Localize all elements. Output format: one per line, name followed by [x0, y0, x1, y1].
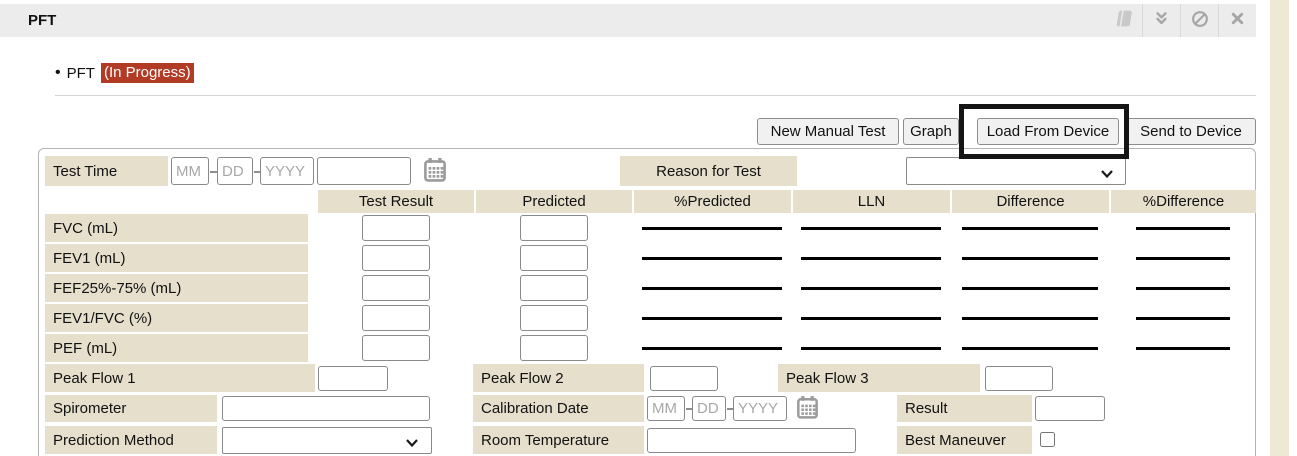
- calibration-date-label: Calibration Date: [473, 395, 644, 422]
- fvc-test-result-input[interactable]: [362, 215, 430, 241]
- test-time-calendar-icon[interactable]: [424, 158, 446, 186]
- peak-flow-3-label: Peak Flow 3: [778, 364, 980, 392]
- test-time-time-input[interactable]: [317, 157, 411, 185]
- fef-predicted-input[interactable]: [520, 275, 588, 301]
- peak-flow-1-label: Peak Flow 1: [45, 364, 315, 392]
- column-header-difference: Difference: [952, 190, 1109, 213]
- pef-pct-difference-blank: [1136, 347, 1230, 350]
- room-temperature-input[interactable]: [647, 428, 856, 453]
- column-header-predicted: Predicted: [476, 190, 632, 213]
- peak-flow-2-label: Peak Flow 2: [473, 364, 644, 392]
- row-label-fvc: FVC (mL): [45, 214, 308, 242]
- fev1-pct-predicted-blank: [642, 257, 782, 260]
- graph-button[interactable]: Graph: [903, 118, 959, 145]
- fvc-pct-difference-blank: [1136, 227, 1230, 230]
- fvc-predicted-input[interactable]: [520, 215, 588, 241]
- spirometer-label: Spirometer: [45, 395, 217, 422]
- separator-line: [55, 95, 1256, 96]
- reason-for-test-select[interactable]: [906, 157, 1126, 185]
- pef-pct-predicted-blank: [642, 347, 782, 350]
- cancel-icon: [1190, 9, 1210, 33]
- room-temperature-label: Room Temperature: [473, 426, 644, 454]
- result-label: Result: [897, 395, 1032, 422]
- close-button[interactable]: [1218, 4, 1256, 37]
- status-item-label: PFT: [67, 65, 95, 82]
- fef-pct-difference-blank: [1136, 287, 1230, 290]
- best-maneuver-label: Best Maneuver: [897, 426, 1032, 454]
- journal-button[interactable]: [1105, 4, 1142, 37]
- calibration-year-input[interactable]: [733, 396, 787, 421]
- window-title: PFT: [28, 12, 56, 29]
- calibration-day-input[interactable]: [692, 396, 726, 421]
- peak-flow-1-input[interactable]: [318, 366, 388, 391]
- pft-window: PFT: [0, 0, 1297, 456]
- fvc-pct-predicted-blank: [642, 227, 782, 230]
- test-time-label: Test Time: [45, 156, 168, 186]
- fev1-fvc-predicted-input[interactable]: [520, 305, 588, 331]
- prediction-method-select[interactable]: [222, 427, 432, 454]
- status-badge: (In Progress): [101, 63, 194, 83]
- page-edge-strip: [1270, 0, 1289, 456]
- collapse-icon: [1152, 9, 1171, 32]
- fev1-fvc-difference-blank: [962, 317, 1098, 320]
- column-header-pct-difference: %Difference: [1111, 190, 1256, 213]
- collapse-button[interactable]: [1142, 4, 1180, 37]
- titlebar-icon-group: [1105, 4, 1256, 37]
- row-label-pef: PEF (mL): [45, 334, 308, 362]
- result-input[interactable]: [1035, 396, 1105, 421]
- column-header-pct-predicted: %Predicted: [634, 190, 791, 213]
- fev1-predicted-input[interactable]: [520, 245, 588, 271]
- journal-icon: [1113, 8, 1134, 33]
- fvc-difference-blank: [962, 227, 1098, 230]
- fev1-fvc-lln-blank: [801, 317, 941, 320]
- status-row: PFT (In Progress): [55, 63, 194, 83]
- test-time-month-input[interactable]: [171, 157, 209, 185]
- send-to-device-button[interactable]: Send to Device: [1126, 118, 1256, 145]
- test-time-day-input[interactable]: [217, 157, 253, 185]
- fef-test-result-input[interactable]: [362, 275, 430, 301]
- row-label-fef: FEF25%-75% (mL): [45, 274, 308, 302]
- fev1-difference-blank: [962, 257, 1098, 260]
- fev1-test-result-input[interactable]: [362, 245, 430, 271]
- row-label-fev1-fvc: FEV1/FVC (%): [45, 304, 308, 332]
- bullet-icon: [55, 64, 61, 82]
- cancel-button[interactable]: [1180, 4, 1218, 37]
- pef-lln-blank: [801, 347, 941, 350]
- fef-lln-blank: [801, 287, 941, 290]
- reason-for-test-label: Reason for Test: [620, 156, 797, 186]
- date-separator: [210, 171, 217, 173]
- fef-pct-predicted-blank: [642, 287, 782, 290]
- column-header-lln: LLN: [793, 190, 950, 213]
- column-header-test-result: Test Result: [318, 190, 474, 213]
- calibration-month-input[interactable]: [647, 396, 685, 421]
- fev1-fvc-pct-predicted-blank: [642, 317, 782, 320]
- best-maneuver-checkbox[interactable]: [1040, 432, 1055, 447]
- spirometer-input[interactable]: [222, 396, 430, 421]
- peak-flow-3-input[interactable]: [985, 366, 1053, 391]
- pef-predicted-input[interactable]: [520, 335, 588, 361]
- row-label-fev1: FEV1 (mL): [45, 244, 308, 272]
- fev1-pct-difference-blank: [1136, 257, 1230, 260]
- load-from-device-button[interactable]: Load From Device: [977, 118, 1119, 145]
- new-manual-test-button[interactable]: New Manual Test: [757, 118, 899, 145]
- calibration-calendar-icon[interactable]: [797, 396, 818, 423]
- titlebar: PFT: [0, 4, 1256, 37]
- fef-difference-blank: [962, 287, 1098, 290]
- fev1-fvc-test-result-input[interactable]: [362, 305, 430, 331]
- test-time-year-input[interactable]: [260, 157, 314, 185]
- pef-test-result-input[interactable]: [362, 335, 430, 361]
- fev1-fvc-pct-difference-blank: [1136, 317, 1230, 320]
- peak-flow-2-input[interactable]: [650, 366, 718, 391]
- prediction-method-label: Prediction Method: [45, 426, 217, 454]
- fev1-lln-blank: [801, 257, 941, 260]
- fvc-lln-blank: [801, 227, 941, 230]
- pef-difference-blank: [962, 347, 1098, 350]
- close-icon: [1229, 10, 1246, 31]
